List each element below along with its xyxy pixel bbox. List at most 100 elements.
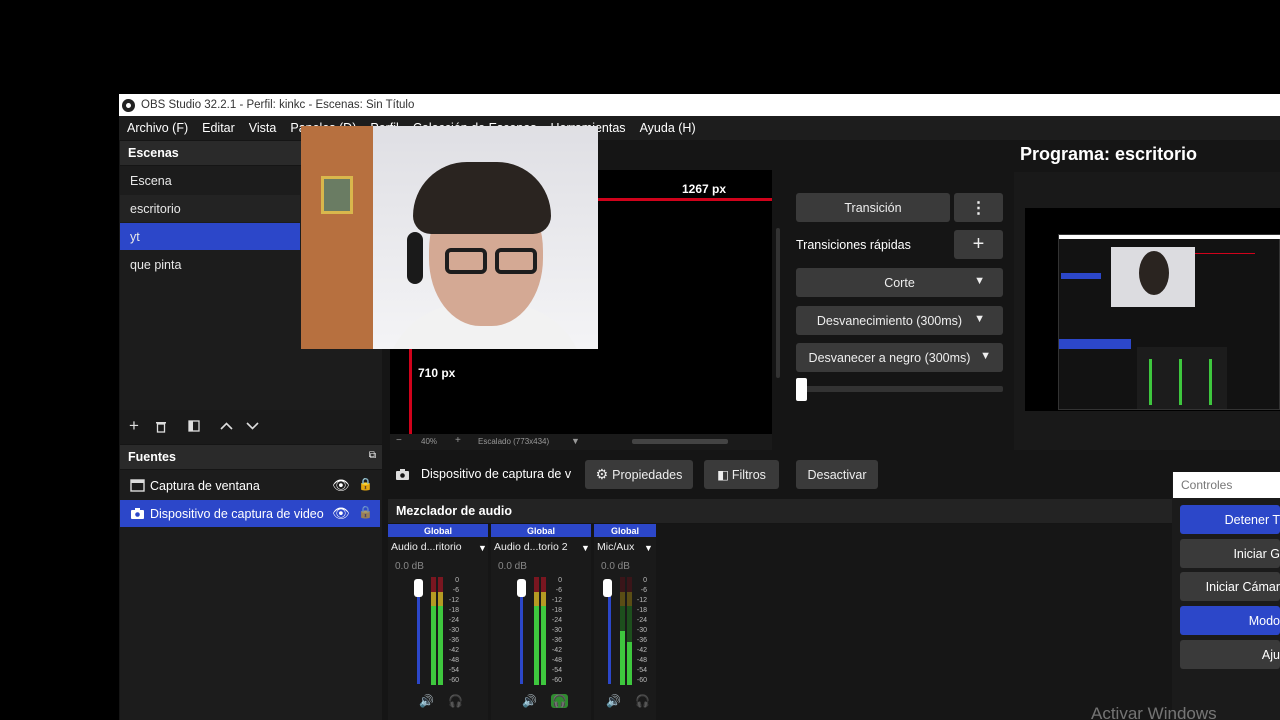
channel-menu-icon[interactable]: ▼ <box>478 543 487 553</box>
channel-group-label: Global <box>388 524 488 537</box>
start-virtual-camera-button[interactable]: Iniciar Cámar <box>1180 572 1280 601</box>
transition-menu-icon[interactable]: ⋮ <box>954 193 1003 222</box>
volume-fader-track[interactable] <box>417 584 420 684</box>
camera-icon <box>396 469 409 480</box>
level-meter <box>620 577 625 685</box>
source-item-selected[interactable]: Dispositivo de captura de video 👁 🔒 <box>120 500 380 527</box>
nested-guide <box>1195 253 1255 254</box>
source-toolbar: Dispositivo de captura de v ⚙ Propiedade… <box>388 455 1280 495</box>
channel-menu-icon[interactable]: ▼ <box>581 543 590 553</box>
scene-filters-icon[interactable] <box>186 418 202 434</box>
nested-selected-source <box>1059 339 1131 349</box>
mixer-channel: Global Mic/Aux ▼ 0.0 dB 0 -6 -12 -18 -24 -30-… <box>594 524 656 720</box>
deactivate-button[interactable]: Desactivar <box>796 460 878 489</box>
visibility-eye-icon[interactable]: 👁 <box>332 505 350 522</box>
menu-archivo[interactable]: Archivo (F) <box>127 121 188 135</box>
picture-frame <box>321 176 353 214</box>
channel-volume-db: 0.0 dB <box>395 561 424 572</box>
chevron-down-icon: ▼ <box>974 313 985 325</box>
quick-transition-fade-black[interactable]: Desvanecer a negro (300ms) ▼ <box>796 343 1003 372</box>
move-up-icon[interactable] <box>218 417 234 435</box>
properties-button[interactable]: ⚙ Propiedades <box>585 460 693 489</box>
scale-dropdown-icon[interactable]: ▼ <box>571 436 580 446</box>
monitor-headphones-icon[interactable]: 🎧 <box>550 694 568 708</box>
channel-name: Mic/Aux <box>597 541 635 553</box>
source-label: Captura de ventana <box>150 479 260 493</box>
volume-fader-handle[interactable] <box>603 579 612 597</box>
transition-button[interactable]: Transición <box>796 193 950 222</box>
move-down-icon[interactable] <box>244 417 260 435</box>
nested-webcam <box>1111 247 1195 307</box>
monitor-headphones-icon[interactable]: 🎧 <box>635 694 650 708</box>
settings-button[interactable]: Aju <box>1180 640 1280 669</box>
stop-stream-button[interactable]: Detener T <box>1180 505 1280 534</box>
scene-item-selected[interactable]: yt <box>120 223 300 250</box>
zoom-level: 40% <box>421 437 438 446</box>
filters-label: Filtros <box>731 467 766 482</box>
obs-logo-icon <box>122 98 135 112</box>
meter-scale: 0 -6 -12 -18 -24 -30 -36 -42 -48 -54 -60 <box>636 577 647 684</box>
source-item[interactable]: Captura de ventana 👁 🔒 <box>120 472 382 499</box>
channel-name: Audio d...ritorio <box>391 541 462 553</box>
channel-menu-icon[interactable]: ▼ <box>644 543 653 553</box>
selected-source-name: Dispositivo de captura de v <box>421 467 572 481</box>
add-scene-icon[interactable]: + <box>126 416 142 435</box>
scene-item[interactable]: escritorio <box>120 195 300 222</box>
properties-label: Propiedades <box>612 467 683 482</box>
studio-mode-button[interactable]: Modo <box>1180 606 1280 635</box>
scene-item[interactable]: Escena <box>120 167 300 194</box>
speaker-icon[interactable]: 🔊 <box>419 694 434 708</box>
tbar-handle[interactable] <box>796 378 807 401</box>
volume-fader-track[interactable] <box>608 584 611 684</box>
menu-bar: Archivo (F) Editar Vista Paneles (D) Per… <box>119 116 1280 140</box>
quick-transition-fade[interactable]: Desvanecimiento (300ms) ▼ <box>796 306 1003 335</box>
dock-float-icon[interactable]: ⧉ <box>369 450 376 461</box>
nested-titlebar <box>1059 235 1280 239</box>
webcam-overlay <box>301 126 598 349</box>
speaker-icon[interactable]: 🔊 <box>606 694 621 708</box>
lock-icon[interactable]: 🔒 <box>358 505 373 519</box>
quick-transition-label: Desvanecimiento (300ms) <box>816 313 963 328</box>
monitor-headphones-icon[interactable]: 🎧 <box>448 694 463 708</box>
sources-list: Captura de ventana 👁 🔒 Dispositivo de ca… <box>120 470 382 720</box>
volume-fader-handle[interactable] <box>414 579 423 597</box>
program-canvas <box>1025 208 1280 411</box>
height-guide-label: 710 px <box>418 366 456 380</box>
preview-vscrollbar[interactable] <box>776 228 780 378</box>
tbar-slider[interactable] <box>796 386 1003 392</box>
nested-selected-scene <box>1061 273 1101 279</box>
start-recording-button[interactable]: Iniciar G <box>1180 539 1280 568</box>
volume-fader-handle[interactable] <box>517 579 526 597</box>
scene-item[interactable]: que pinta <box>120 251 300 278</box>
quick-transitions-label: Transiciones rápidas <box>796 238 911 252</box>
menu-vista[interactable]: Vista <box>249 121 277 135</box>
mixer-channel: Global Audio d...torio 2 ▼ 0.0 dB 0 -6 -12… <box>491 524 591 720</box>
channel-buttons: 🔊 🎧 <box>606 694 650 708</box>
lock-icon[interactable]: 🔒 <box>358 477 373 491</box>
glasses-left <box>445 248 487 274</box>
scale-label: Escalado (773x434) <box>478 437 550 446</box>
nested-obs-screen <box>1058 234 1280 410</box>
zoom-out-button[interactable]: − <box>396 435 402 446</box>
remove-scene-icon[interactable] <box>153 417 169 435</box>
mixer-channel: Global Audio d...ritorio ▼ 0.0 dB 0 -6 -12… <box>388 524 488 720</box>
camera-icon <box>131 508 144 519</box>
volume-fader-track[interactable] <box>520 584 523 684</box>
menu-ayuda[interactable]: Ayuda (H) <box>640 121 696 135</box>
gear-icon: ⚙ <box>595 466 609 482</box>
visibility-eye-icon[interactable]: 👁 <box>332 477 350 494</box>
channel-volume-db: 0.0 dB <box>498 561 527 572</box>
menu-editar[interactable]: Editar <box>202 121 235 135</box>
preview-hscrollbar[interactable] <box>632 439 728 444</box>
window-title: OBS Studio 32.2.1 - Perfil: kinkc - Esce… <box>141 99 415 111</box>
zoom-in-button[interactable]: + <box>455 435 461 446</box>
speaker-icon[interactable]: 🔊 <box>522 694 537 708</box>
filters-button[interactable]: ◧ Filtros <box>704 460 779 489</box>
program-title: Programa: escritorio <box>1020 144 1198 164</box>
quick-transition-label: Corte <box>884 275 915 290</box>
level-meter <box>627 577 632 685</box>
chevron-down-icon: ▼ <box>974 275 985 287</box>
add-quick-transition-icon[interactable]: + <box>954 230 1003 259</box>
quick-transition-cut[interactable]: Corte ▼ <box>796 268 1003 297</box>
preview-statusbar: − 40% + Escalado (773x434) ▼ <box>390 434 772 450</box>
